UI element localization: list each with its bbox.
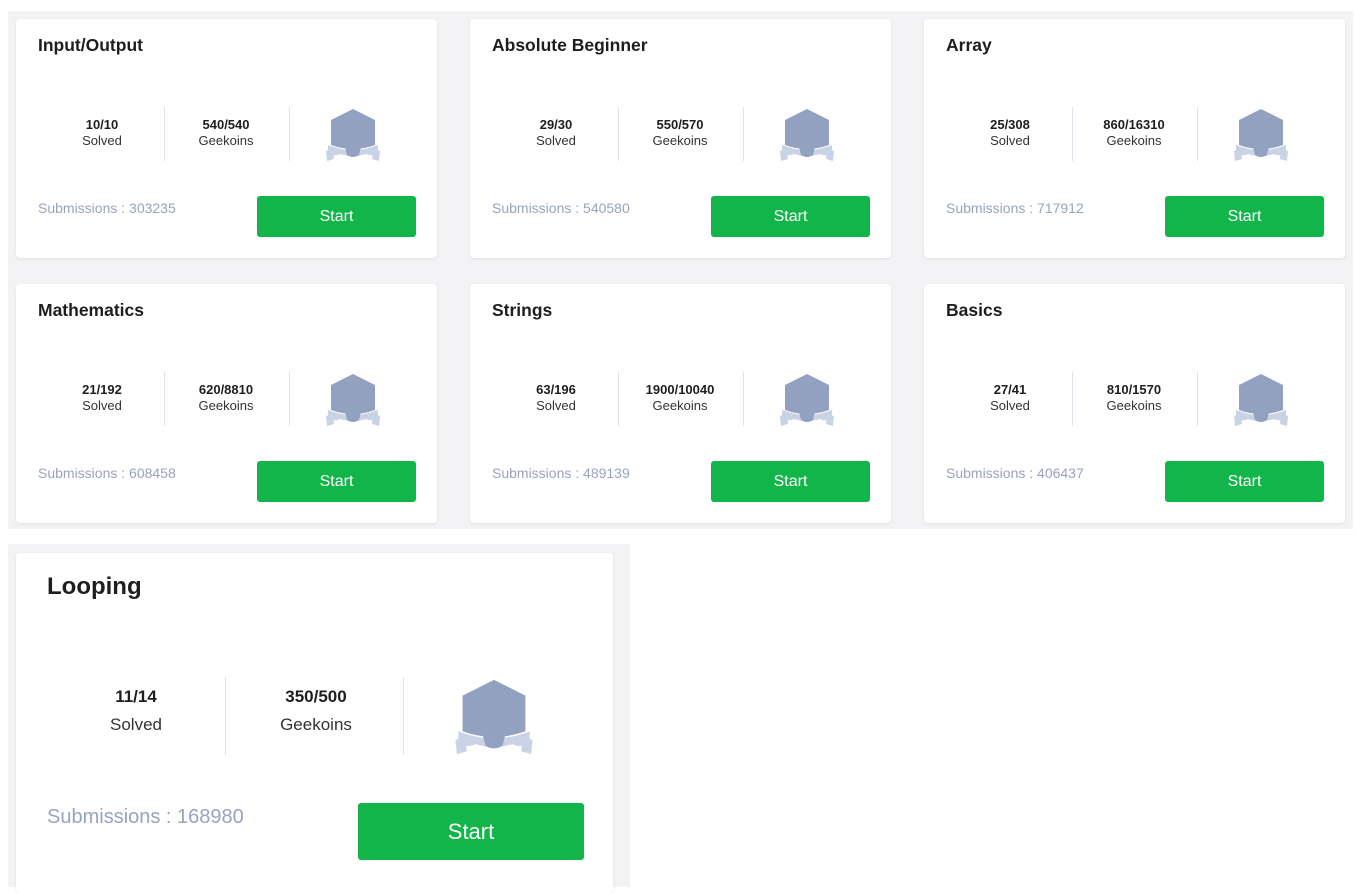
divider	[1197, 107, 1198, 161]
solved-stat: 25/308 Solved	[970, 117, 1050, 149]
solved-stat: 63/196 Solved	[516, 382, 596, 414]
geekoins-stat: 620/8810 Geekoins	[176, 382, 276, 414]
solved-label: Solved	[536, 398, 576, 413]
shield-badge-icon	[779, 107, 835, 163]
geekoins-stat: 550/570 Geekoins	[630, 117, 730, 149]
card-title: Absolute Beginner	[492, 35, 648, 55]
submissions-count: Submissions : 540580	[492, 200, 630, 216]
solved-label: Solved	[536, 133, 576, 148]
solved-label: Solved	[82, 398, 122, 413]
divider	[289, 107, 290, 161]
solved-stat: 29/30 Solved	[516, 117, 596, 149]
divider	[1072, 107, 1073, 161]
course-card-absolute-beginner: Absolute Beginner 29/30 Solved 550/570 G…	[470, 19, 891, 258]
geekoins-label: Geekoins	[198, 398, 254, 413]
shield-badge-icon	[1233, 107, 1289, 163]
solved-value: 27/41	[993, 382, 1027, 397]
start-button[interactable]: Start	[711, 461, 870, 502]
submissions-count: Submissions : 717912	[946, 200, 1084, 216]
geekoins-stat: 350/500 Geekoins	[256, 686, 376, 736]
geekoins-label: Geekoins	[1106, 133, 1162, 148]
course-card-input-output: Input/Output 10/10 Solved 540/540 Geekoi…	[16, 19, 437, 258]
geekoins-label: Geekoins	[280, 715, 352, 734]
shield-badge-icon	[454, 677, 534, 757]
submissions-count: Submissions : 489139	[492, 465, 630, 481]
course-card-strings: Strings 63/196 Solved 1900/10040 Geekoin…	[470, 284, 891, 523]
solved-value: 25/308	[990, 117, 1030, 132]
submissions-count: Submissions : 303235	[38, 200, 176, 216]
divider	[1197, 372, 1198, 426]
divider	[164, 372, 165, 426]
submissions-count: Submissions : 168980	[47, 806, 244, 828]
course-card-basics: Basics 27/41 Solved 810/1570 Geekoins Su…	[924, 284, 1345, 523]
card-title: Input/Output	[38, 35, 143, 55]
solved-stat: 11/14 Solved	[91, 686, 181, 736]
solved-value: 21/192	[82, 382, 122, 397]
divider	[289, 372, 290, 426]
solved-value: 63/196	[536, 382, 576, 397]
course-card-looping: Looping 11/14 Solved 350/500 Geekoins Su…	[16, 553, 613, 893]
solved-label: Solved	[82, 133, 122, 148]
start-button[interactable]: Start	[1165, 196, 1324, 237]
start-button[interactable]: Start	[257, 461, 416, 502]
card-title: Array	[946, 35, 992, 55]
geekoins-label: Geekoins	[198, 133, 254, 148]
divider	[618, 372, 619, 426]
geekoins-stat: 810/1570 Geekoins	[1084, 382, 1184, 414]
geekoins-value: 550/570	[656, 117, 704, 132]
solved-stat: 21/192 Solved	[62, 382, 142, 414]
divider	[403, 677, 404, 755]
geekoins-stat: 540/540 Geekoins	[176, 117, 276, 149]
start-button[interactable]: Start	[257, 196, 416, 237]
geekoins-label: Geekoins	[652, 133, 708, 148]
start-button[interactable]: Start	[711, 196, 870, 237]
divider	[225, 677, 226, 755]
geekoins-value: 1900/10040	[645, 382, 715, 397]
solved-label: Solved	[990, 398, 1030, 413]
course-card-mathematics: Mathematics 21/192 Solved 620/8810 Geeko…	[16, 284, 437, 523]
geekoins-label: Geekoins	[1106, 398, 1162, 413]
submissions-count: Submissions : 608458	[38, 465, 176, 481]
card-title: Basics	[946, 300, 1003, 320]
solved-value: 11/14	[115, 687, 157, 706]
card-title: Looping	[47, 573, 142, 600]
divider	[743, 107, 744, 161]
divider	[743, 372, 744, 426]
shield-badge-icon	[779, 372, 835, 428]
geekoins-stat: 1900/10040 Geekoins	[630, 382, 730, 414]
solved-value: 29/30	[539, 117, 573, 132]
start-button[interactable]: Start	[1165, 461, 1324, 502]
divider	[164, 107, 165, 161]
solved-value: 10/10	[85, 117, 119, 132]
start-button[interactable]: Start	[358, 803, 584, 860]
geekoins-stat: 860/16310 Geekoins	[1084, 117, 1184, 149]
solved-stat: 10/10 Solved	[62, 117, 142, 149]
geekoins-value: 540/540	[202, 117, 250, 132]
shield-badge-icon	[325, 372, 381, 428]
divider	[618, 107, 619, 161]
card-title: Strings	[492, 300, 553, 320]
shield-badge-icon	[325, 107, 381, 163]
geekoins-value: 810/1570	[1106, 382, 1162, 397]
submissions-count: Submissions : 406437	[946, 465, 1084, 481]
geekoins-value: 860/16310	[1103, 117, 1165, 132]
shield-badge-icon	[1233, 372, 1289, 428]
geekoins-value: 620/8810	[198, 382, 254, 397]
course-card-array: Array 25/308 Solved 860/16310 Geekoins S…	[924, 19, 1345, 258]
geekoins-label: Geekoins	[652, 398, 708, 413]
solved-stat: 27/41 Solved	[970, 382, 1050, 414]
solved-label: Solved	[990, 133, 1030, 148]
card-title: Mathematics	[38, 300, 145, 320]
geekoins-value: 350/500	[285, 687, 347, 706]
solved-label: Solved	[110, 715, 162, 734]
divider	[1072, 372, 1073, 426]
